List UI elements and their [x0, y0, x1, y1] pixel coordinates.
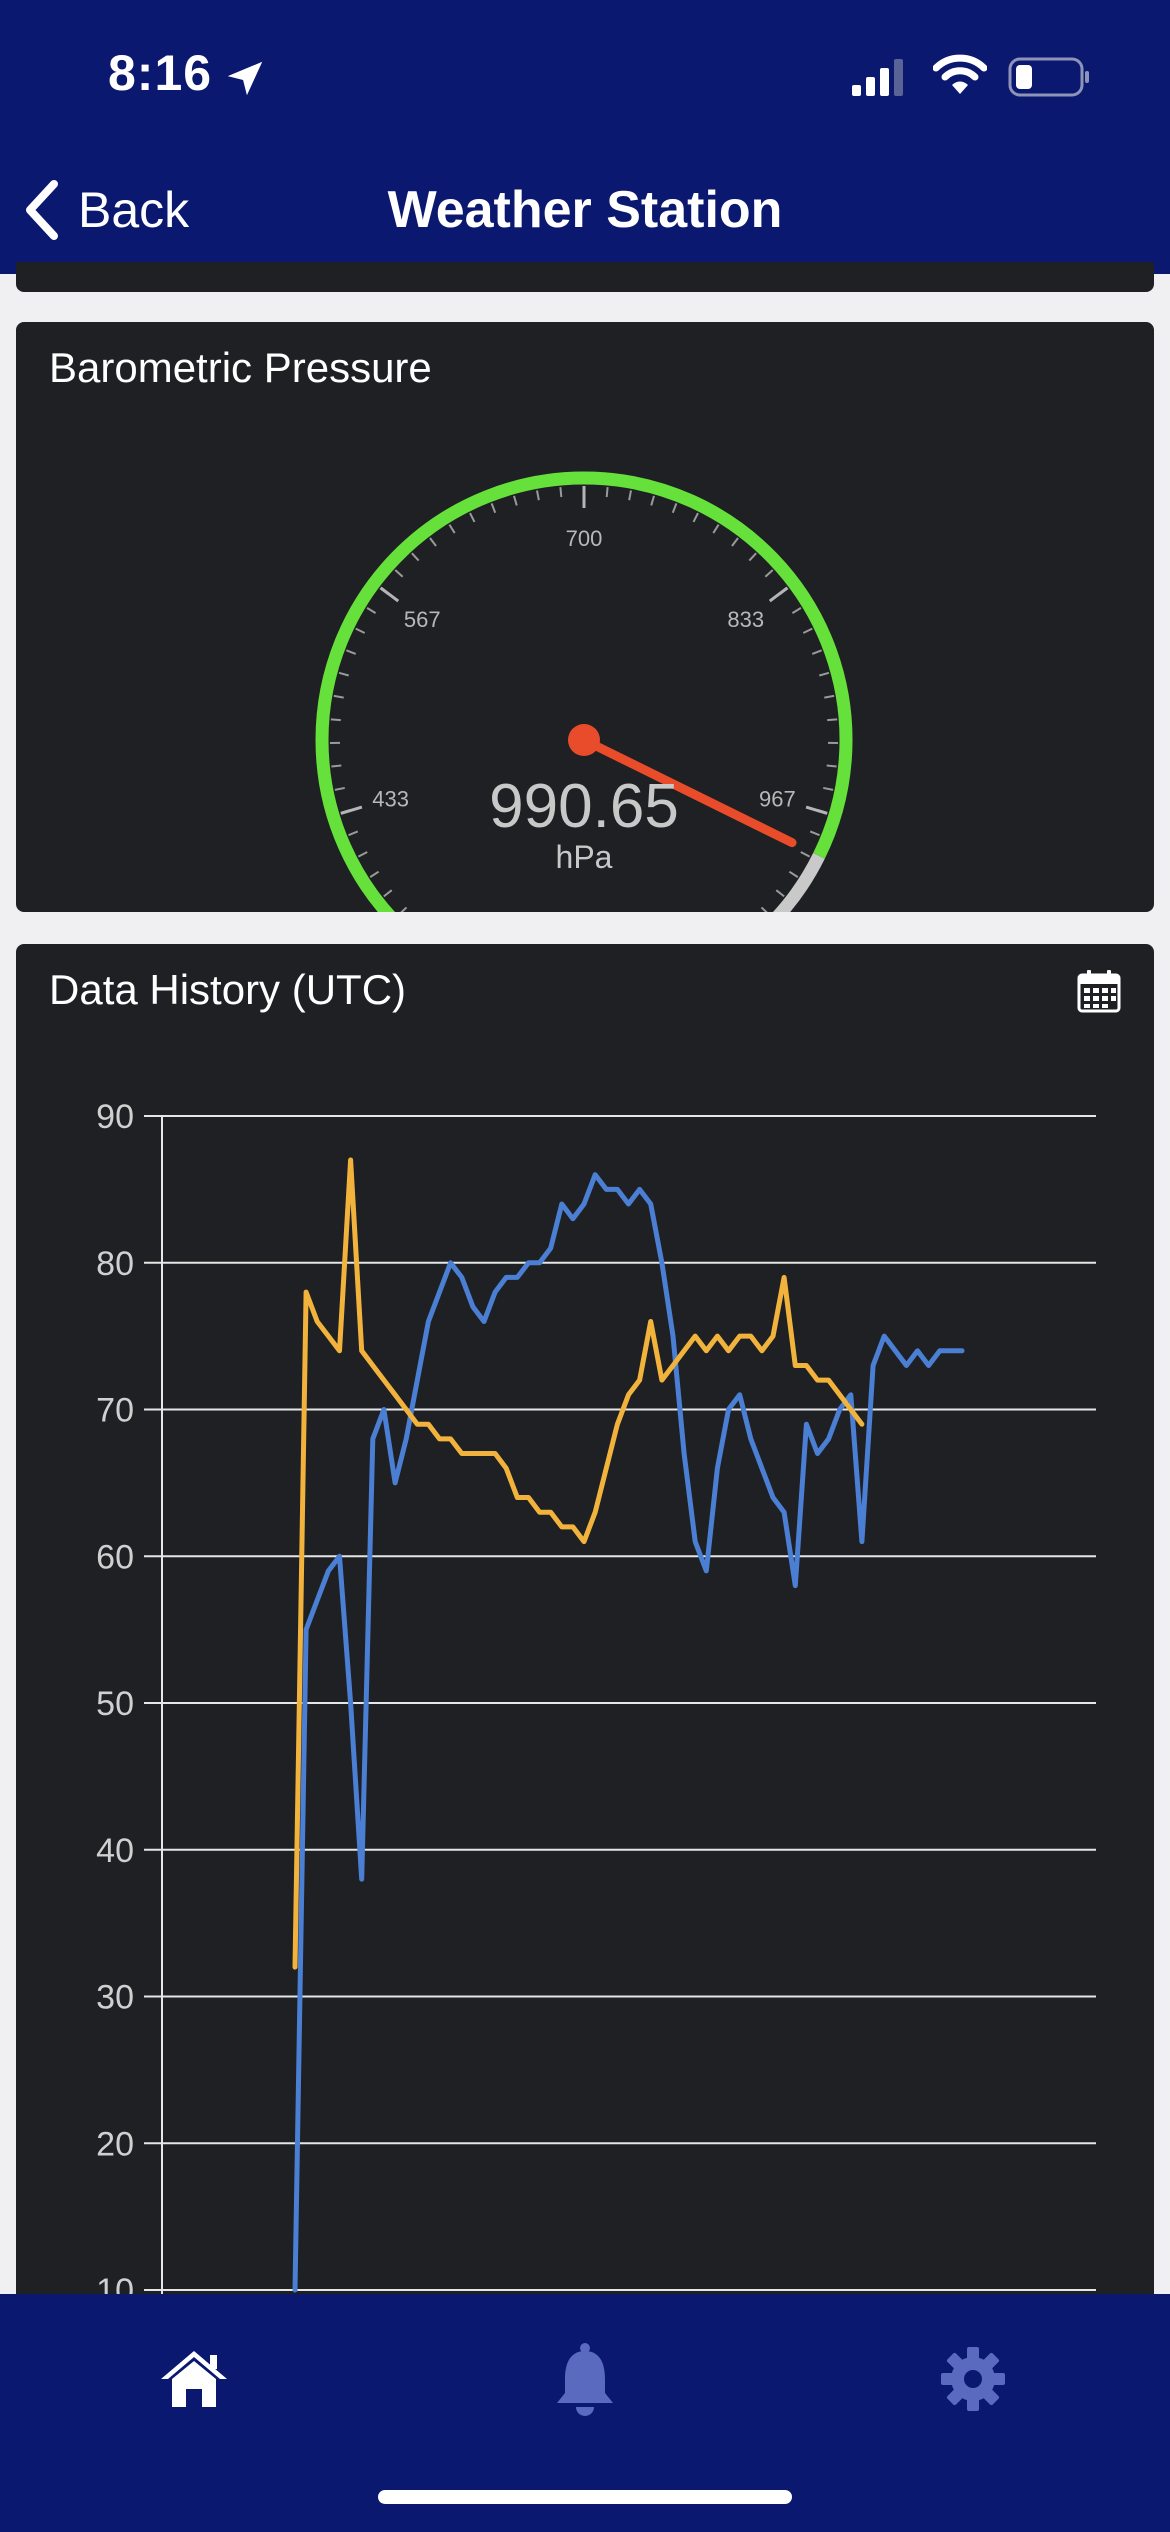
gauge-minor-tick — [788, 870, 799, 878]
location-arrow-icon — [227, 61, 263, 96]
page-title: Weather Station — [387, 181, 783, 239]
gauge-tick-label: 967 — [759, 786, 796, 811]
gauge-minor-tick — [802, 627, 813, 634]
gauge-minor-tick — [826, 764, 837, 768]
gauge-tick-label: 567 — [404, 607, 441, 632]
gauge-minor-tick — [369, 870, 380, 878]
gauge-minor-tick — [366, 607, 377, 614]
nav-bar: Back Weather Station — [0, 150, 1170, 274]
gauge-minor-tick — [513, 495, 518, 506]
gauge-minor-tick — [760, 906, 768, 912]
gauge-minor-tick — [345, 649, 357, 655]
gauge-minor-tick — [823, 786, 834, 791]
gauge-minor-tick — [333, 694, 344, 699]
tab-home[interactable] — [139, 2334, 249, 2424]
pressure-gauge: 3004335677008339671100 990.65 hPa — [315, 471, 853, 912]
gauge-minor-tick — [559, 487, 563, 498]
y-tick-label: 70 — [96, 1392, 134, 1430]
gauge-minor-tick — [383, 889, 393, 898]
tab-alerts[interactable] — [530, 2334, 640, 2424]
gauge-needle-hub — [568, 724, 600, 756]
gauge-minor-tick — [400, 906, 408, 912]
cellular-signal-icon — [852, 59, 903, 96]
history-chart: 908070605040302010 — [96, 1098, 1096, 2324]
gauge-minor-tick — [394, 569, 404, 578]
battery-icon — [1008, 57, 1089, 97]
gauge-tick-label: 433 — [372, 786, 409, 811]
gauge-minor-tick — [348, 830, 359, 837]
gauge-minor-tick — [536, 490, 540, 501]
gauge-minor-tick — [764, 569, 774, 578]
gauge-minor-tick — [469, 512, 476, 523]
status-time: 8:16 — [108, 45, 213, 101]
y-tick-label: 40 — [96, 1832, 134, 1870]
gauge-minor-tick — [827, 718, 838, 722]
gauge-minor-tick — [330, 718, 341, 722]
gauge-unit: hPa — [556, 839, 613, 875]
gauge-minor-tick — [605, 487, 609, 498]
pressure-card: Barometric Pressure 30043356770083396711… — [16, 322, 1154, 912]
series-line-1 — [292, 1172, 965, 2293]
gauge-minor-tick — [671, 503, 678, 514]
gauge-minor-tick — [748, 552, 757, 562]
history-card: Data History (UTC) 90 80 70 60 50 40 30 20 10 — [16, 944, 1154, 2324]
gauge-tick-label: 833 — [727, 607, 764, 632]
gauge-minor-tick — [628, 490, 632, 501]
y-tick-label: 20 — [96, 2125, 134, 2163]
gauge-minor-tick — [791, 607, 802, 614]
y-tick-label: 80 — [96, 1245, 134, 1283]
status-bar: 8:16 — [0, 0, 1170, 150]
tab-settings[interactable] — [918, 2334, 1028, 2424]
gauge-major-tick — [379, 586, 400, 603]
home-icon — [161, 2351, 227, 2407]
gauge-minor-tick — [800, 851, 811, 858]
gauge-major-tick — [340, 805, 363, 815]
wifi-icon — [933, 54, 987, 94]
gauge-minor-tick — [411, 552, 420, 562]
gauge-minor-tick — [338, 671, 349, 677]
gauge-tick-label: 700 — [566, 526, 603, 551]
y-tick-label: 30 — [96, 1979, 134, 2017]
y-tick-label: 50 — [96, 1685, 134, 1723]
gauge-minor-tick — [809, 830, 820, 837]
gauge-major-tick — [768, 586, 789, 603]
gauge-minor-tick — [712, 524, 720, 534]
bell-icon — [557, 2343, 613, 2416]
gauge-major-tick — [805, 805, 828, 815]
gear-icon — [941, 2347, 1005, 2411]
gauge-minor-tick — [650, 495, 655, 506]
gauge-minor-tick — [775, 889, 785, 898]
gauge-minor-tick — [334, 786, 345, 791]
gauge-minor-tick — [692, 512, 699, 523]
gauge-minor-tick — [824, 694, 835, 699]
series-line-2 — [292, 1157, 865, 1970]
y-tick-label: 90 — [96, 1098, 134, 1136]
previous-card — [16, 262, 1154, 292]
gauge-minor-tick — [819, 671, 830, 677]
gauge-minor-tick — [357, 851, 368, 858]
gauge-minor-tick — [811, 649, 823, 655]
gauge-minor-tick — [429, 537, 437, 547]
home-indicator — [378, 2490, 792, 2504]
gauge-remainder-arc — [772, 853, 825, 912]
gauge-minor-tick — [331, 764, 342, 768]
gauge-minor-tick — [355, 627, 366, 634]
gauge-value: 990.65 — [489, 772, 679, 841]
gauge-minor-tick — [448, 524, 456, 534]
gauge-minor-tick — [731, 537, 739, 547]
y-tick-label: 60 — [96, 1538, 134, 1576]
gauge-minor-tick — [490, 503, 497, 514]
